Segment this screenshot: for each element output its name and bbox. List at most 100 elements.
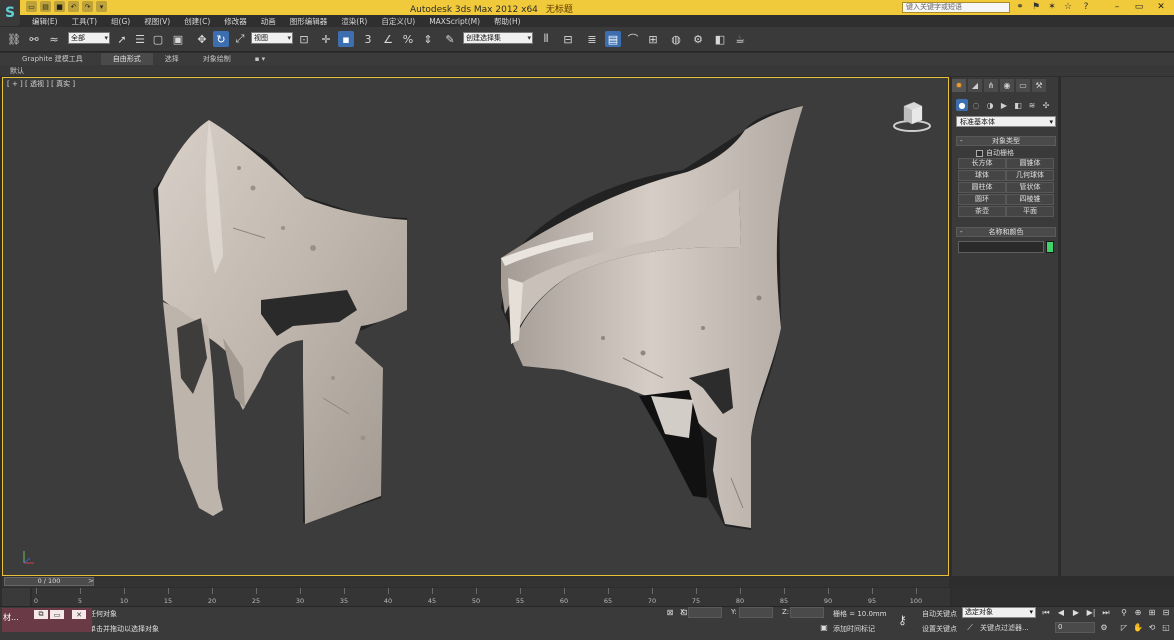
menu-graph-editors[interactable]: 图形编辑器 (290, 16, 328, 27)
named-selection-dropdown[interactable]: 创建选择集 (463, 32, 533, 44)
menu-modifiers[interactable]: 修改器 (224, 16, 247, 27)
motion-tab-icon[interactable]: ◉ (1000, 79, 1014, 92)
hierarchy-tab-icon[interactable]: ⋔ (984, 79, 998, 92)
next-frame-icon[interactable]: ▶| (1085, 607, 1097, 618)
link-icon[interactable]: ⛓ (6, 31, 22, 47)
maximize-icon[interactable]: ▭ (50, 610, 64, 619)
tube-button[interactable]: 管状体 (1006, 182, 1054, 193)
plane-button[interactable]: 平面 (1006, 206, 1054, 217)
menu-customize[interactable]: 自定义(U) (381, 16, 415, 27)
spinner-snap-icon[interactable]: ⇕ (420, 31, 436, 47)
time-slider-thumb[interactable]: 0 / 100 (4, 577, 94, 586)
teapot-button[interactable]: 茶壶 (958, 206, 1006, 217)
tab-graphite-modeling[interactable]: Graphite 建模工具 (0, 53, 95, 65)
render-setup-icon[interactable]: ⚙ (690, 31, 706, 47)
orbit-icon[interactable]: ⟲ (1146, 622, 1158, 633)
project-folder-icon[interactable]: ▾ (96, 1, 107, 12)
tab-object-paint[interactable]: 对象绘制 (191, 53, 243, 65)
minimize-button[interactable]: – (1110, 1, 1124, 13)
track-bar-toggle[interactable] (2, 588, 30, 606)
time-config-icon[interactable]: ⚙ (1098, 622, 1110, 633)
tab-selection[interactable]: 选择 (153, 53, 191, 65)
object-color-swatch[interactable] (1046, 241, 1054, 253)
object-name-field[interactable] (958, 241, 1044, 253)
pyramid-button[interactable]: 四棱锥 (1006, 194, 1054, 205)
field-of-view-icon[interactable]: ◸ (1118, 622, 1130, 633)
current-frame-field[interactable]: 0 (1055, 622, 1095, 633)
schematic-view-icon[interactable]: ⊞ (645, 31, 661, 47)
menu-help[interactable]: 帮助(H) (494, 16, 521, 27)
percent-snap-icon[interactable]: % (400, 31, 416, 47)
object-type-rollout[interactable]: - 对象类型 (956, 136, 1056, 146)
subscription-icon[interactable]: ⚑ (1030, 1, 1042, 13)
go-to-start-icon[interactable]: ⏮ (1040, 607, 1052, 618)
menu-tools[interactable]: 工具(T) (72, 16, 97, 27)
key-mode-dropdown[interactable]: 选定对象 (962, 607, 1036, 618)
set-key-button[interactable]: 设置关键点 (922, 624, 957, 634)
key-filter-icon[interactable]: ⟋ (964, 622, 976, 633)
select-scale-icon[interactable]: ⤢ (232, 31, 248, 47)
sphere-button[interactable]: 球体 (958, 170, 1006, 181)
z-coordinate-field[interactable] (790, 607, 824, 618)
tab-freeform[interactable]: 自由形式 (100, 53, 153, 65)
checkbox-box[interactable] (976, 149, 983, 157)
zoom-extents-icon[interactable]: ⊞ (1146, 607, 1158, 618)
mirror-icon[interactable]: ⫴ (538, 31, 554, 47)
cylinder-button[interactable]: 圆柱体 (958, 182, 1006, 193)
window-crossing-icon[interactable]: ▣ (170, 31, 186, 47)
set-key-icon[interactable]: ⚷ (898, 613, 907, 627)
play-icon[interactable]: ▶ (1070, 607, 1082, 618)
name-color-rollout[interactable]: - 名称和颜色 (956, 227, 1056, 237)
search-input[interactable]: 键入关键字或短语 (902, 2, 1010, 13)
helmet-side-view[interactable] (501, 106, 803, 530)
autogrid-checkbox[interactable]: 自动栅格 (976, 148, 1014, 158)
help-icon[interactable]: ? (1080, 1, 1092, 13)
maximize-viewport-icon[interactable]: ◱ (1160, 622, 1172, 633)
restore-icon[interactable]: ⧉ (34, 610, 48, 619)
lock-selection-icon[interactable]: ⊠ (664, 607, 676, 618)
x-coordinate-field[interactable] (688, 607, 722, 618)
pan-icon[interactable]: ✋ (1132, 622, 1144, 633)
modify-tab-icon[interactable]: ◢ (968, 79, 982, 92)
select-manipulate-icon[interactable]: ✛ (318, 31, 334, 47)
rendered-frame-window-icon[interactable]: ◧ (712, 31, 728, 47)
maximize-button[interactable]: ▭ (1132, 1, 1146, 13)
unlink-icon[interactable]: ⚯ (26, 31, 42, 47)
spacewarps-icon[interactable]: ≋ (1026, 99, 1038, 111)
select-object-icon[interactable]: ➚ (114, 31, 130, 47)
utilities-tab-icon[interactable]: ⚒ (1032, 79, 1046, 92)
new-file-icon[interactable]: ▭ (26, 1, 37, 12)
menu-views[interactable]: 视图(V) (144, 16, 170, 27)
perspective-viewport[interactable]: [ + ] [ 透视 ] [ 真实 ] (2, 77, 949, 576)
time-tag-icon[interactable]: ▣ (818, 622, 830, 633)
track-bar[interactable]: 0 5 10 15 20 25 30 35 40 45 50 55 60 65 70 75 80 85 90 95 10… (32, 588, 950, 606)
ribbon-options-icon[interactable]: ▪ ▾ (243, 53, 277, 65)
helpers-icon[interactable]: ◧ (1012, 99, 1024, 111)
snaps-toggle-icon[interactable]: 3 (360, 31, 376, 47)
select-move-icon[interactable]: ✥ (194, 31, 210, 47)
menu-create[interactable]: 创建(C) (184, 16, 210, 27)
reference-coordinate-dropdown[interactable]: 视图 (251, 32, 293, 44)
open-file-icon[interactable]: ▤ (40, 1, 51, 12)
favorites-icon[interactable]: ☆ (1062, 1, 1074, 13)
edit-named-selection-icon[interactable]: ✎ (442, 31, 458, 47)
app-logo-icon[interactable]: S (0, 0, 20, 26)
key-filters-button[interactable]: 关键点过滤器... (980, 623, 1029, 633)
previous-frame-icon[interactable]: ◀ (1055, 607, 1067, 618)
systems-icon[interactable]: ✣ (1040, 99, 1052, 111)
select-by-name-icon[interactable]: ☰ (132, 31, 148, 47)
auto-key-button[interactable]: 自动关键点 (922, 609, 957, 619)
close-icon[interactable]: ✕ (72, 610, 86, 619)
undo-icon[interactable]: ↶ (68, 1, 79, 12)
menu-animation[interactable]: 动画 (261, 16, 276, 27)
helmet-models[interactable] (3, 78, 948, 575)
menu-group[interactable]: 组(G) (111, 16, 130, 27)
zoom-icon[interactable]: ⚲ (1118, 607, 1130, 618)
create-tab-icon[interactable]: ✹ (952, 79, 966, 92)
close-button[interactable]: ✕ (1154, 1, 1168, 13)
box-button[interactable]: 长方体 (958, 158, 1006, 169)
curve-editor-icon[interactable]: ⌒ (625, 31, 641, 47)
torus-button[interactable]: 圆环 (958, 194, 1006, 205)
pivot-center-icon[interactable]: ⊡ (296, 31, 312, 47)
minimized-window-title[interactable]: 材... (3, 612, 19, 623)
